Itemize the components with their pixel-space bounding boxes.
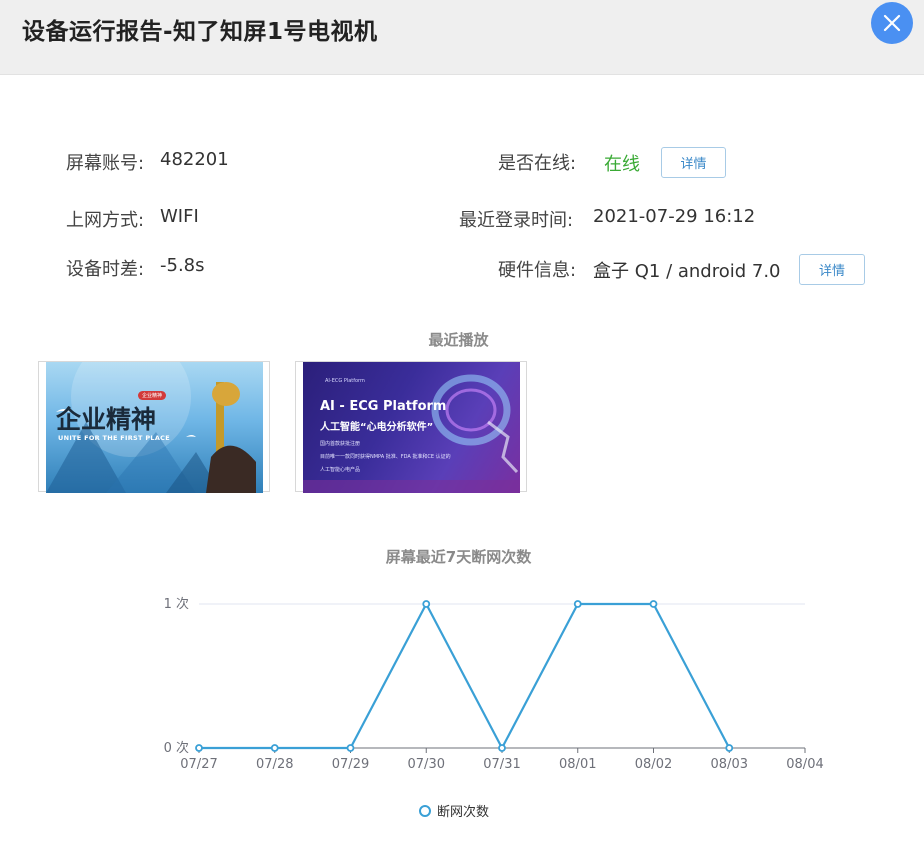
x-tick-label: 08/01 [559, 757, 596, 772]
x-tick-label: 08/04 [786, 757, 823, 772]
ecg-brand: AI-ECG Platform [325, 378, 365, 384]
last-login-value: 2021-07-29 16:12 [593, 206, 756, 227]
data-point [573, 600, 582, 608]
account-label: 屏幕账号: [66, 153, 145, 174]
close-button[interactable] [871, 2, 913, 44]
hardware-label: 硬件信息: [498, 260, 577, 281]
x-tick-label: 07/28 [256, 757, 293, 772]
dialog-title: 设备运行报告-知了知屏1号电视机 [22, 19, 378, 45]
data-point [649, 600, 658, 608]
last-login-label: 最近登录时间: [459, 210, 574, 231]
legend-marker-icon [419, 804, 431, 817]
x-tick-label: 07/27 [180, 757, 217, 772]
network-value: WIFI [160, 206, 199, 227]
ecg-title: AI - ECG Platform [320, 399, 447, 414]
data-point [346, 744, 355, 752]
data-point [725, 744, 734, 752]
online-status: 在线 [604, 154, 640, 175]
data-point [422, 600, 431, 608]
hardware-value: 盒子 Q1 / android 7.0 [593, 261, 781, 282]
poster-title: 企业精神 [56, 405, 157, 434]
legend-label: 断网次数 [437, 805, 490, 820]
x-tick-label: 08/03 [711, 757, 748, 772]
ecg-line-3: 人工智能心电产品 [320, 467, 361, 473]
data-point [498, 744, 506, 752]
hardware-detail-button[interactable]: 详情 [799, 254, 865, 285]
recent-title: 最近播放 [428, 331, 489, 349]
ecg-subtitle: 人工智能“心电分析软件” [320, 422, 434, 433]
time-diff-value: -5.8s [160, 255, 205, 276]
poster-subtitle: UNITE FOR THE FIRST PLACE [58, 434, 170, 442]
thumbnail-image: 企业精神 UNITE FOR THE FIRST PLACE 企业精神 [46, 362, 263, 493]
disconnect-line-chart: 0 次 1 次 07/27 07/28 07/29 07/30 07/31 08/01 08/0… [164, 596, 824, 772]
x-tick-label: 08/02 [635, 757, 672, 772]
ecg-line-2: 目前唯一一款同时获得NMPA 批准、FDA 批准和CE 认证的 [320, 454, 451, 460]
online-label: 是否在线: [498, 153, 577, 174]
poster-badge: 企业精神 [138, 391, 167, 400]
x-tick-label: 07/30 [408, 757, 445, 772]
data-point [195, 744, 203, 752]
close-icon [883, 14, 901, 32]
network-label: 上网方式: [66, 210, 145, 231]
data-point [270, 744, 279, 752]
ecg-line-1: 国内首款获批注册 [320, 441, 361, 447]
series-line [199, 602, 731, 750]
chart-title: 屏幕最近7天断网次数 [385, 548, 532, 566]
x-tick-label: 07/29 [332, 757, 369, 772]
account-value: 482201 [160, 149, 229, 170]
online-detail-button[interactable]: 详情 [661, 147, 726, 178]
y-tick-label: 0 次 [164, 740, 189, 756]
y-tick-label: 1 次 [164, 596, 189, 612]
dialog-header: 设备运行报告-知了知屏1号电视机 [0, 0, 924, 75]
recent-item-1[interactable]: 企业精神 UNITE FOR THE FIRST PLACE 企业精神 [38, 361, 270, 493]
x-tick-label: 07/31 [483, 757, 520, 772]
recent-item-2[interactable]: AI-ECG Platform AI - ECG Platform 人工智能“心… [295, 361, 527, 493]
chart-legend[interactable]: 断网次数 [419, 801, 489, 820]
time-diff-label: 设备时差: [66, 259, 145, 280]
thumbnail-image: AI-ECG Platform AI - ECG Platform 人工智能“心… [303, 362, 520, 493]
